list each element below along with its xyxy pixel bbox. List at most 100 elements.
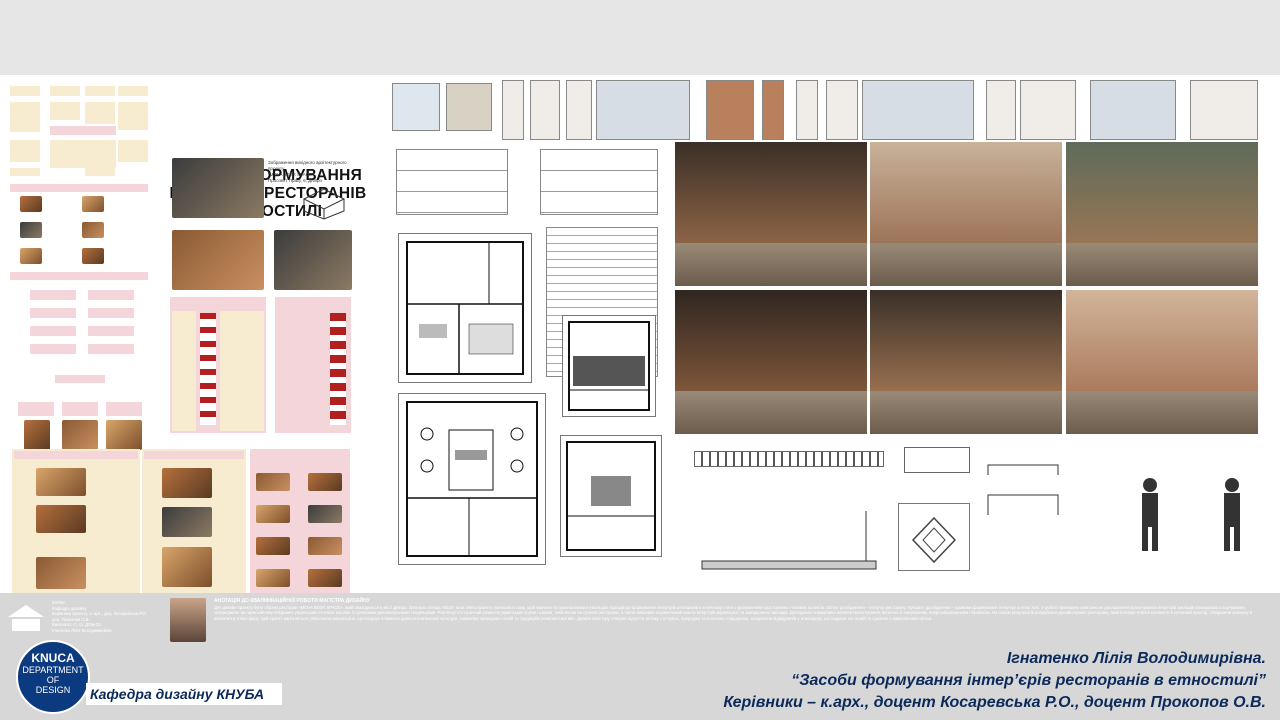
info-cell	[88, 326, 134, 336]
elevation-drawing	[986, 80, 1016, 140]
photo-thumb	[308, 505, 342, 523]
knuca-logo-icon: KNUCA DEPARTMENT OF DESIGN	[16, 640, 90, 714]
photo-thumb	[36, 505, 86, 533]
info-cell	[18, 402, 54, 416]
info-line: Ігнатенко Лілія Володимирівна	[52, 627, 112, 633]
detail-drawing	[984, 455, 1064, 525]
thesis-title: “Засоби формування інтер’єрів ресторанів…	[791, 672, 1266, 689]
elevation-drawing	[502, 80, 524, 140]
annotation-text: Для дизайн проекту було обрано ресторан …	[214, 605, 1252, 621]
photo-thumb	[62, 420, 98, 450]
info-cell	[50, 140, 116, 168]
ornament-samples	[200, 313, 216, 425]
source-project-photo	[274, 230, 352, 290]
elevation-drawing	[566, 80, 592, 140]
elevation-drawing	[1190, 80, 1258, 140]
interior-render	[675, 142, 867, 286]
spec-table	[540, 149, 658, 215]
info-cell	[10, 168, 40, 176]
section-heading	[10, 272, 148, 280]
logo-text: KNUCA	[31, 651, 75, 665]
elevation-drawing	[826, 80, 858, 140]
photo-thumb	[82, 222, 104, 238]
research-panel	[10, 80, 155, 450]
photo-thumb	[256, 537, 290, 555]
photo-thumb	[20, 222, 42, 238]
author-name: Ігнатенко Лілія Володимирівна.	[1006, 650, 1266, 667]
photo-thumb	[162, 468, 212, 498]
spec-table	[396, 149, 508, 215]
info-cell	[88, 308, 134, 318]
tile-module-drawing	[898, 503, 970, 571]
elevation-drawing	[862, 80, 974, 140]
photo-thumb	[308, 473, 342, 491]
header-cell	[50, 86, 80, 96]
info-cell	[30, 326, 76, 336]
info-cell	[118, 140, 148, 162]
info-cell	[118, 102, 148, 130]
elevation-drawing	[1020, 80, 1076, 140]
section-heading	[14, 451, 138, 459]
site-map	[392, 83, 440, 131]
photo-thumb	[256, 473, 290, 491]
elevation-drawing	[530, 80, 560, 140]
interior-render	[870, 290, 1062, 434]
source-project-photo	[172, 158, 264, 218]
photo-thumb	[162, 547, 212, 587]
photo-thumb	[82, 196, 104, 212]
info-cell	[85, 102, 115, 124]
detail-drawing	[904, 447, 970, 473]
caption-line: Зображення вихідного архітектурного прое…	[268, 160, 347, 171]
photo-thumb	[162, 507, 212, 537]
info-cell	[10, 140, 40, 162]
info-cell	[62, 402, 98, 416]
elevation-drawing	[706, 80, 754, 140]
section-heading	[50, 126, 116, 135]
elevation-drawing	[596, 80, 690, 140]
building-icon	[6, 603, 46, 633]
photo-thumb	[24, 420, 50, 450]
photo-thumb	[36, 557, 86, 589]
info-cell	[88, 344, 134, 354]
floor-plan	[560, 435, 662, 557]
photo-thumb	[20, 196, 42, 212]
caption-line: Проспект Праці, 6, Дніпро	[268, 178, 323, 183]
info-cell	[30, 344, 76, 354]
info-cell	[50, 102, 80, 120]
human-scale-figures	[1120, 475, 1260, 553]
ornament-samples	[330, 313, 346, 425]
floor-plan	[398, 233, 532, 383]
photo-thumb	[106, 420, 142, 450]
photo-thumb	[308, 537, 342, 555]
elevation-drawing	[762, 80, 784, 140]
footer-small-info: КНУБА Кафедра дизайну Керівники проекту:…	[52, 600, 147, 633]
info-cell	[30, 290, 76, 300]
top-band	[0, 0, 1280, 75]
ornament-column	[220, 311, 264, 431]
interior-render	[870, 142, 1062, 286]
interior-render	[1066, 142, 1258, 286]
section-heading	[55, 375, 105, 383]
photo-thumb	[36, 468, 86, 496]
info-line: Керівники проекту: к. арх., доц. Косарев…	[52, 611, 147, 616]
photo-thumb	[308, 569, 342, 587]
photo-thumb	[82, 248, 104, 264]
annotation-title: АНОТАЦІЯ ДО КВАЛІФІКАЦІЙНОЇ РОБОТИ МАГІС…	[214, 598, 370, 604]
info-cell	[10, 102, 40, 132]
info-cell	[85, 168, 115, 176]
info-cell	[88, 290, 134, 300]
logo-text: DEPARTMENT	[22, 665, 84, 675]
logo-text: OF	[46, 675, 60, 685]
poster-sheet: ЗАСОБИ ФОРМУВАННЯ ІНТЕР’ЄРІВ РЕСТОРАНІВ …	[0, 75, 1280, 593]
section-drawing	[696, 511, 882, 575]
photo-thumb	[20, 248, 42, 264]
interior-render	[675, 290, 867, 434]
ornament-frieze	[694, 451, 884, 467]
photo-thumb	[256, 505, 290, 523]
floor-plan	[398, 393, 546, 565]
department-label: Кафедра дизайну КНУБА	[86, 683, 282, 705]
header-cell	[10, 86, 40, 96]
logo-text: DESIGN	[35, 685, 71, 695]
floor-plan	[562, 315, 656, 417]
project-caption: Зображення вихідного архітектурного прое…	[268, 160, 358, 184]
